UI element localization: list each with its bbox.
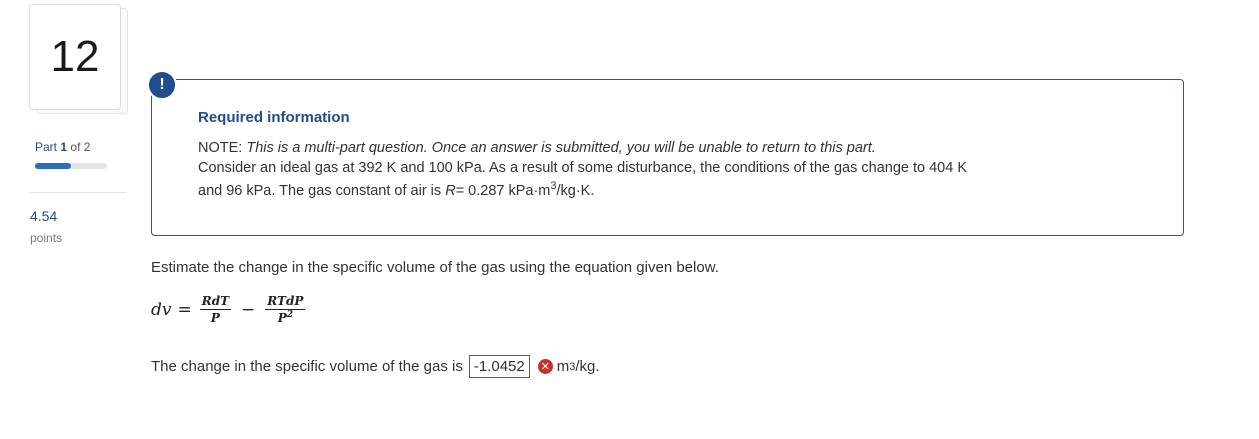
note-text: This is a multi-part question. Once an a… <box>246 140 876 156</box>
part-indicator: Part 1 of 2 <box>35 140 90 154</box>
points-label: points <box>30 231 63 245</box>
part-of: of <box>70 140 81 154</box>
part-total: 2 <box>83 140 91 154</box>
answer-input[interactable]: -1.0452 <box>468 355 530 378</box>
equation-minus: − <box>241 299 256 320</box>
equation-lhs: dv <box>151 299 172 320</box>
answer-unit-base: m <box>556 358 570 375</box>
answer-line: The change in the specific volume of the… <box>151 355 600 378</box>
fraction-2-numerator: RTdP <box>265 294 306 310</box>
problem-statement-line-1: Consider an ideal gas at 392 K and 100 k… <box>198 160 968 176</box>
equation-equals: = <box>177 299 192 320</box>
alert-icon: ! <box>147 70 177 100</box>
fraction-2-denominator: P2 <box>277 310 293 326</box>
question-number-card: 12 <box>29 4 121 110</box>
part-progress-bar <box>35 163 107 169</box>
fraction-1-numerator: RdT <box>199 294 232 310</box>
required-info-box <box>151 79 1184 236</box>
fraction-term-2: RTdP P2 <box>265 294 306 326</box>
equation: dv = RdT P − RTdP P2 <box>151 294 306 326</box>
fraction-2-denominator-exponent: 2 <box>286 310 293 320</box>
part-progress-fill <box>35 163 71 169</box>
question-prompt: Estimate the change in the specific volu… <box>151 259 719 276</box>
unit-suffix: /kg·K. <box>556 183 595 199</box>
fraction-1-denominator: P <box>210 311 220 325</box>
required-info-title: Required information <box>198 109 350 126</box>
fraction-term-1: RdT P <box>199 294 232 325</box>
question-number: 12 <box>50 32 100 81</box>
part-word: Part <box>35 140 58 154</box>
note-line: NOTE: This is a multi-part question. Onc… <box>198 140 876 156</box>
part-current: 1 <box>60 140 68 154</box>
statement-text: and 96 kPa. The gas constant of air is <box>198 183 442 199</box>
gas-constant-symbol: R <box>445 183 456 199</box>
fraction-2-denominator-base: P <box>277 311 287 325</box>
answer-unit-suffix: /kg. <box>575 358 600 375</box>
sidebar-divider <box>29 192 127 193</box>
points-value: 4.54 <box>30 208 58 224</box>
incorrect-icon: ✕ <box>537 359 553 374</box>
note-label: NOTE: <box>198 140 243 156</box>
answer-text: The change in the specific volume of the… <box>151 358 463 375</box>
problem-statement-line-2: and 96 kPa. The gas constant of air is R… <box>198 181 595 199</box>
gas-constant-value: = 0.287 kPa·m <box>455 183 551 199</box>
